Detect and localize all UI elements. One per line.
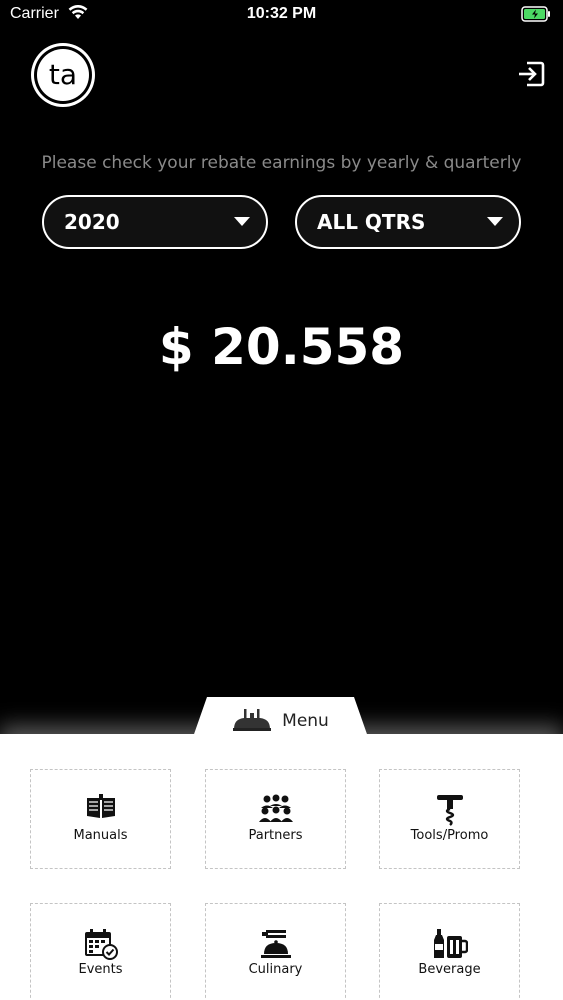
menu-tab-label: Menu [282, 711, 329, 731]
rebate-amount: $ 20.558 [158, 318, 405, 376]
menu-tile-manuals[interactable]: Manuals [30, 769, 171, 869]
logo-mark: ta [37, 49, 89, 101]
menu-tile-label: Tools/Promo [410, 828, 489, 843]
menu-tile-beverage[interactable]: Beverage [379, 903, 520, 1000]
app-logo[interactable]: ta [31, 43, 95, 107]
menu-tile-label: Culinary [248, 962, 303, 977]
menu-restaurant-icon [232, 707, 272, 735]
menu-tile-partners[interactable]: Partners [205, 769, 346, 869]
battery-icon [521, 6, 551, 26]
status-bar: Carrier 10:32 PM [0, 0, 563, 30]
menu-tile-label: Events [78, 962, 123, 977]
caret-down-icon [487, 217, 503, 226]
clock-label: 10:32 PM [246, 5, 317, 22]
calendar-icon [31, 928, 170, 960]
year-dropdown[interactable]: 2020 [42, 195, 268, 249]
rebate-subtitle: Please check your rebate earnings by yea… [41, 153, 522, 173]
menu-tile-label: Manuals [73, 828, 128, 843]
beverage-icon [380, 928, 519, 960]
year-dropdown-value: 2020 [64, 210, 120, 234]
logo-ring: ta [34, 46, 92, 104]
menu-tile-events[interactable]: Events [30, 903, 171, 1000]
menu-tile-culinary[interactable]: Culinary [205, 903, 346, 1000]
menu-tile-label: Beverage [418, 962, 481, 977]
partners-icon [206, 794, 345, 824]
caret-down-icon [234, 217, 250, 226]
menu-tile-tools[interactable]: Tools/Promo [379, 769, 520, 869]
menu-tile-label: Partners [248, 828, 303, 843]
quarter-dropdown[interactable]: ALL QTRS [295, 195, 521, 249]
logout-icon[interactable] [517, 60, 545, 92]
cloche-icon [206, 928, 345, 960]
quarter-dropdown-value: ALL QTRS [317, 210, 426, 234]
manuals-icon [31, 794, 170, 820]
corkscrew-icon [380, 794, 519, 826]
menu-tab-content[interactable]: Menu [193, 705, 368, 737]
